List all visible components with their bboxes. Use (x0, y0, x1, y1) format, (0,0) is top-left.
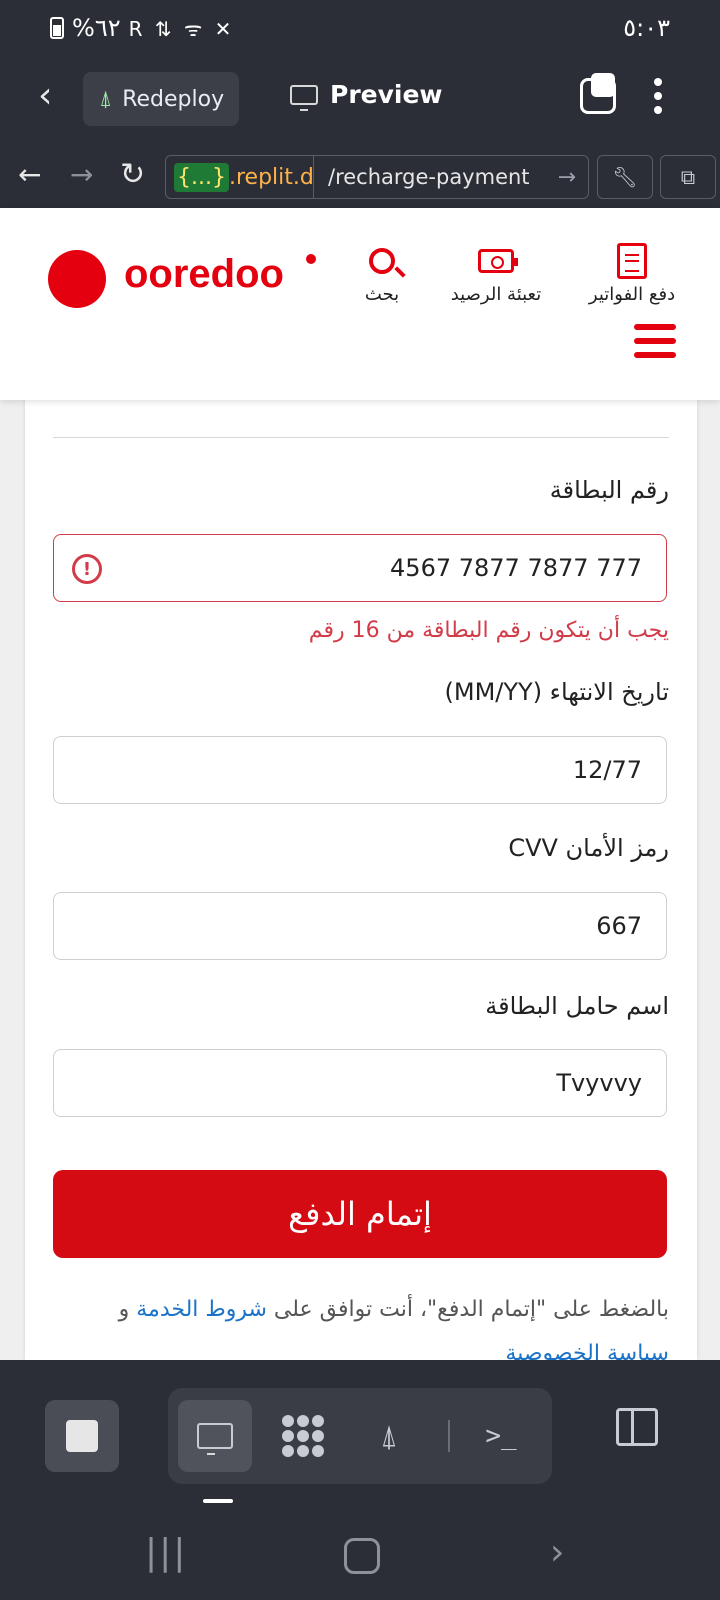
preview-label: Preview (330, 80, 443, 109)
terms-prefix: بالضغط على "إتمام الدفع"، أنت توافق على (266, 1297, 669, 1322)
stop-icon (66, 1420, 98, 1452)
shell-tool-button[interactable]: >_ (464, 1400, 538, 1472)
home-icon[interactable] (344, 1538, 380, 1574)
card-number-value: 777 7877 7877 4567 (390, 554, 642, 582)
cvv-value: 667 (596, 912, 642, 940)
nav-search-label: بحث (364, 284, 400, 305)
system-back-icon[interactable]: › (550, 1532, 564, 1573)
holder-name-label: اسم حامل البطاقة (485, 992, 669, 1020)
status-bar: %٦٢ R ⇅ ᯤ ✕ ٥:٠٣ (0, 0, 720, 52)
battery-percent: %٦٢ (72, 14, 121, 42)
preview-tool-button[interactable] (178, 1400, 252, 1472)
open-external-button[interactable]: ⧉ (660, 155, 716, 199)
agent-tool-button[interactable] (266, 1400, 340, 1472)
nav-bill-pay[interactable]: دفع الفواتير (576, 238, 688, 305)
status-left: %٦٢ R ⇅ ᯤ ✕ (50, 14, 234, 42)
signal-wifi-mute-icons: R ⇅ ᯤ ✕ (128, 16, 235, 41)
tabs-icon[interactable] (580, 73, 616, 114)
section-divider (53, 437, 669, 438)
monitor-icon (290, 84, 318, 111)
expiry-input[interactable]: 12/77 (53, 736, 667, 804)
terms-text: بالضغط على "إتمام الدفع"، أنت توافق على … (53, 1288, 669, 1360)
topup-icon (478, 249, 518, 273)
url-path: /recharge-payment (328, 165, 530, 189)
redeploy-button[interactable]: ⍋ Redeploy (83, 72, 239, 126)
logo-dot-mark (306, 254, 316, 264)
ooredoo-logo-circle[interactable] (48, 250, 106, 308)
go-arrow-icon[interactable]: → (558, 165, 588, 190)
recents-icon[interactable]: ||| (145, 1532, 187, 1573)
holder-name-value: Tvyvvy (556, 1069, 642, 1097)
reload-icon[interactable]: ↻ (120, 158, 145, 192)
forward-arrow-icon[interactable]: → (70, 158, 93, 192)
url-bar: ← → ↻ {...} .replit.de /recharge-payment… (0, 144, 720, 208)
terminal-icon: >_ (485, 1421, 517, 1451)
status-time: ٥:٠٣ (623, 14, 670, 42)
cvv-input[interactable]: 667 (53, 892, 667, 960)
card-number-label: رقم البطاقة (549, 476, 669, 504)
external-link-icon: ⧉ (680, 165, 696, 189)
payment-form-card: رقم البطاقة 777 7877 7877 4567 ! يجب أن … (25, 400, 697, 1360)
nav-search[interactable]: بحث (350, 238, 414, 305)
agent-dots-icon (282, 1415, 324, 1457)
deploy-icon: ⍋ (380, 1418, 398, 1454)
panel-toggle-icon[interactable] (616, 1408, 658, 1446)
card-number-input[interactable]: 777 7877 7877 4567 ! (53, 534, 667, 602)
terms-and: و (118, 1297, 137, 1322)
stop-button[interactable] (45, 1400, 119, 1472)
back-arrow-icon[interactable]: ← (18, 158, 41, 192)
system-navigation-bar: ||| › (0, 1510, 720, 1600)
url-field[interactable]: {...} .replit.de /recharge-payment → (165, 155, 589, 199)
nav-topup-label: تعبئة الرصيد (450, 284, 542, 305)
search-icon (369, 248, 395, 274)
back-chevron-icon[interactable]: ‹ (38, 78, 52, 114)
preview-tab[interactable]: Preview (290, 80, 443, 111)
terms-of-service-link[interactable]: شروط الخدمة (136, 1297, 267, 1322)
url-host-domain: .replit.de (228, 164, 314, 190)
monitor-icon (197, 1423, 233, 1455)
bill-icon (617, 243, 647, 279)
hamburger-menu-icon[interactable] (634, 324, 676, 358)
cvv-label: رمز الأمان CVV (508, 834, 669, 862)
tool-group: ⍋ >_ (168, 1388, 552, 1484)
nav-bill-pay-label: دفع الفواتير (588, 284, 676, 305)
ooredoo-logo-text[interactable]: ooredoo (124, 252, 284, 297)
deploy-tool-button[interactable]: ⍋ (352, 1400, 426, 1472)
expiry-label: تاريخ الانتهاء (MM/YY) (444, 678, 669, 706)
battery-icon (50, 17, 64, 39)
replit-top-bar: ‹ ⍋ Redeploy Preview (0, 52, 720, 144)
privacy-policy-link[interactable]: سياسة الخصوصية (505, 1341, 669, 1360)
more-menu-icon[interactable] (654, 78, 662, 114)
card-number-error: يجب أن يتكون رقم البطاقة من 16 رقم (308, 618, 669, 643)
devtools-wrench-button[interactable]: 🔧︎ (597, 155, 653, 199)
wrench-icon: 🔧︎ (612, 165, 638, 189)
holder-name-input[interactable]: Tvyvvy (53, 1049, 667, 1117)
toolbar-separator (448, 1420, 450, 1452)
nav-topup[interactable]: تعبئة الرصيد (436, 238, 556, 305)
redeploy-label: Redeploy (122, 86, 225, 112)
url-host-badge: {...} (174, 162, 229, 192)
complete-payment-button[interactable]: إتمام الدفع (53, 1170, 667, 1258)
active-tab-indicator (203, 1499, 233, 1503)
expiry-value: 12/77 (572, 756, 642, 784)
deploy-icon: ⍋ (99, 86, 113, 112)
error-icon: ! (72, 554, 102, 584)
site-header: ooredoo بحث تعبئة الرصيد دفع الفواتير (0, 208, 720, 400)
replit-bottom-toolbar: ⍋ >_ (0, 1360, 720, 1510)
url-host: {...} .replit.de (166, 156, 314, 198)
